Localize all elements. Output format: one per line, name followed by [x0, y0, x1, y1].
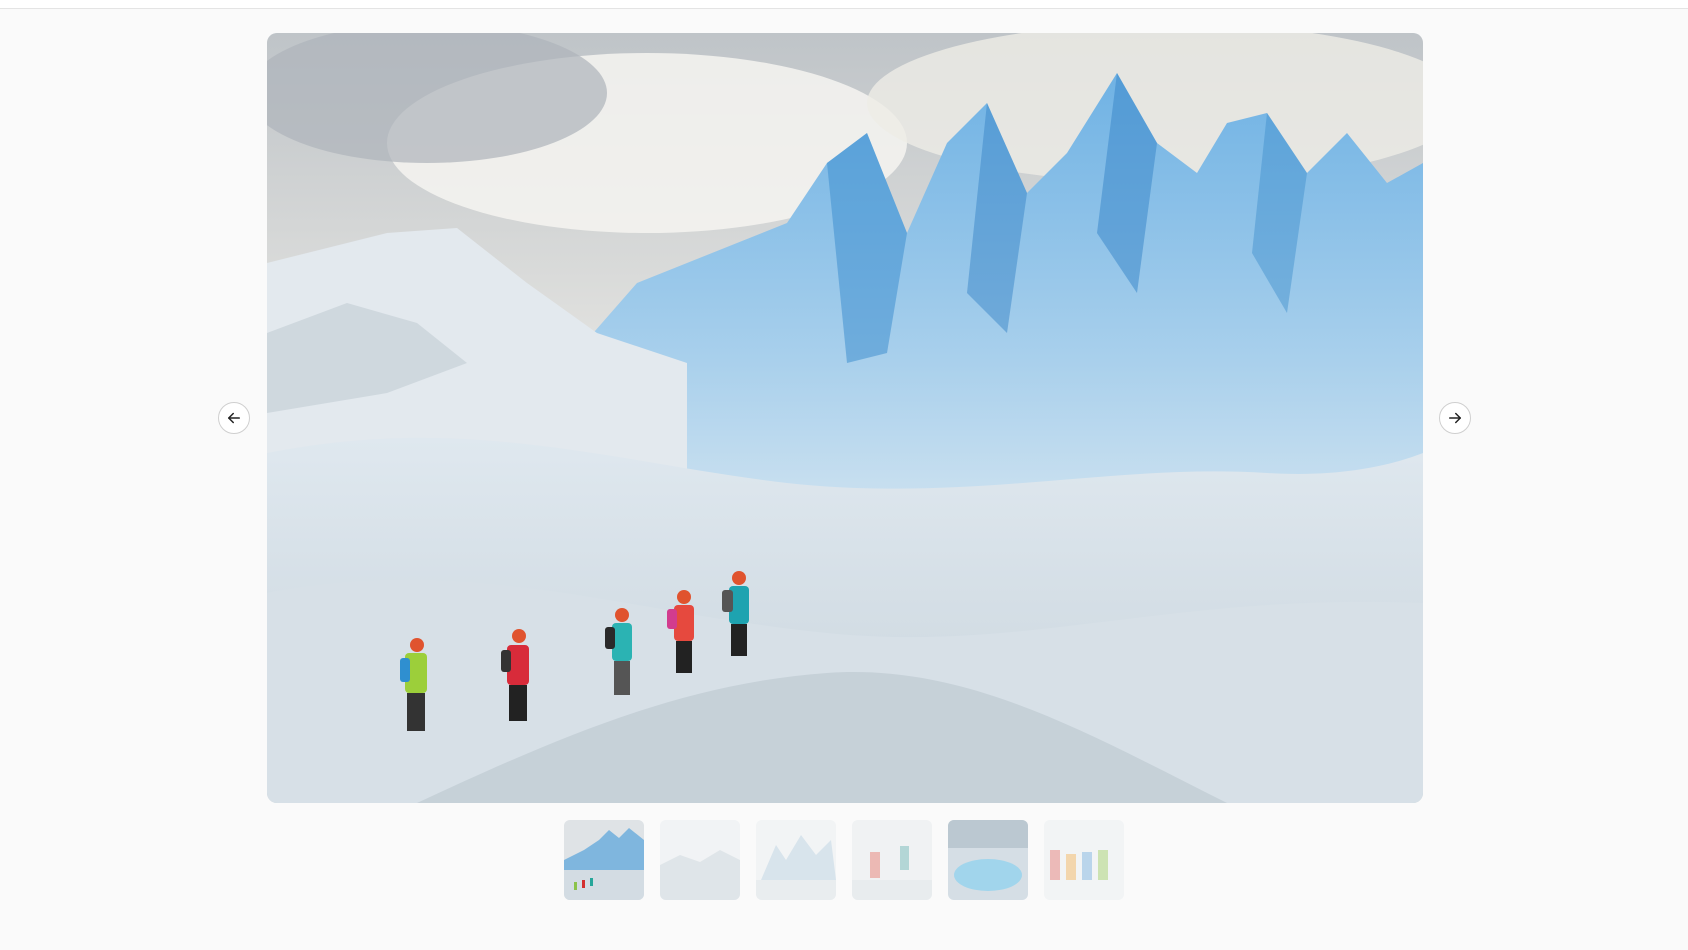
- thumbnail-6[interactable]: [1044, 820, 1124, 900]
- ice-peaks-thumb: [756, 820, 836, 900]
- group-photo-thumb: [1044, 820, 1124, 900]
- main-image: [267, 33, 1423, 803]
- image-gallery: [0, 0, 1688, 950]
- glacier-hikers-photo: [267, 33, 1423, 803]
- blue-lagoon-thumb: [948, 820, 1028, 900]
- thumbnail-3[interactable]: [756, 820, 836, 900]
- arrow-left-icon: [228, 412, 240, 424]
- previous-image-button[interactable]: [218, 402, 250, 434]
- thumbnail-2[interactable]: [660, 820, 740, 900]
- thumbnail-1[interactable]: [564, 820, 644, 900]
- next-image-button[interactable]: [1439, 402, 1471, 434]
- glacier-hikers-thumb: [564, 820, 644, 900]
- thumbnail-4[interactable]: [852, 820, 932, 900]
- snowy-landscape-thumb: [660, 820, 740, 900]
- arrow-right-icon: [1449, 412, 1461, 424]
- thumbnail-strip: [564, 820, 1124, 900]
- thumbnail-5[interactable]: [948, 820, 1028, 900]
- people-on-ice-thumb: [852, 820, 932, 900]
